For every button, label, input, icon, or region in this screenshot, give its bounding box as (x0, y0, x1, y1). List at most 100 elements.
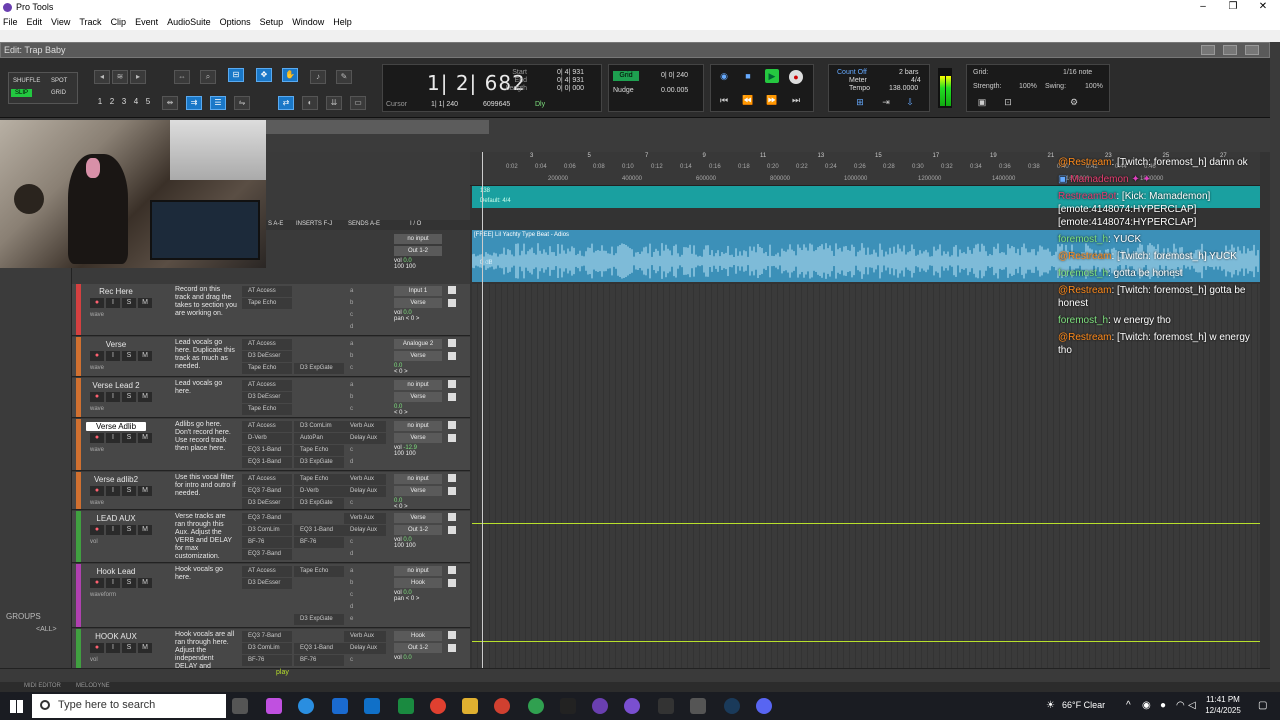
send-slot[interactable] (344, 561, 386, 562)
send-slot[interactable]: c (344, 363, 386, 374)
mute-button[interactable]: M (138, 351, 152, 361)
insert-slot[interactable] (294, 590, 344, 601)
insert-slot[interactable]: D3 ExpGate (294, 498, 344, 509)
snap-icon[interactable]: ⊡ (1001, 95, 1015, 109)
input-monitor-button[interactable]: I (106, 433, 120, 443)
solo-button[interactable]: S (122, 392, 136, 402)
loop-icon[interactable]: ◉ (717, 69, 731, 83)
track-comment[interactable]: Lead vocals go here. (175, 380, 237, 396)
shuffle-mode-button[interactable]: SHUFFLE (13, 78, 40, 84)
track-view-selector[interactable]: vol (90, 539, 98, 545)
commands-focus-icon[interactable]: ⇊ (326, 96, 342, 110)
insert-slot[interactable] (294, 549, 344, 560)
chrome-icon[interactable] (430, 698, 446, 714)
track-view-selector[interactable]: wave (90, 312, 104, 318)
input-monitor-button[interactable]: I (106, 525, 120, 535)
track-comment[interactable]: Adlibs go here. Don't record here. Use r… (175, 421, 237, 453)
zoom-preset-5[interactable]: 5 (143, 97, 153, 107)
insert-slot[interactable]: AT Access (242, 286, 292, 297)
insert-slot[interactable] (242, 590, 292, 601)
strength-value[interactable]: 100% (1019, 83, 1037, 90)
nudge-value[interactable]: 0.00.005 (661, 87, 688, 94)
track-comment[interactable]: Hook vocals are all ran through here. Ad… (175, 631, 237, 668)
input-selector[interactable]: no input (394, 380, 442, 390)
input-monitor-button[interactable]: I (106, 298, 120, 308)
notification-icon[interactable]: ▢ (1258, 700, 1267, 711)
pan-value[interactable]: 100 100 (394, 451, 416, 457)
outlook-icon[interactable] (364, 698, 380, 714)
conductor-icon[interactable]: ⇥ (879, 95, 893, 109)
insert-slot[interactable]: Tape Echo (294, 566, 344, 577)
track-view-selector[interactable]: vol (90, 657, 98, 663)
output-window-icon[interactable] (448, 434, 456, 442)
chrome-profile-2-icon[interactable] (528, 698, 544, 714)
menu-options[interactable]: Options (220, 17, 251, 27)
input-monitor-button[interactable]: I (106, 351, 120, 361)
epic-games-icon[interactable] (658, 698, 674, 714)
insert-slot[interactable] (294, 631, 344, 642)
send-slot[interactable]: c (344, 445, 386, 456)
send-slot[interactable] (344, 469, 386, 470)
output-window-icon[interactable] (448, 513, 456, 521)
insert-slot[interactable]: BF-76 (242, 537, 292, 548)
count-off-label[interactable]: Count Off (837, 69, 867, 76)
send-slot[interactable]: d (344, 549, 386, 560)
insert-slot[interactable] (294, 339, 344, 350)
input-selector[interactable]: no input (394, 474, 442, 484)
avid-link-icon[interactable] (592, 698, 608, 714)
volume-value[interactable]: 0.0 (403, 655, 411, 661)
grid-value[interactable]: 0| 0| 240 (661, 72, 688, 79)
tray-app-icon[interactable]: ◉ (1142, 700, 1151, 711)
insert-slot[interactable]: BF-76 (294, 655, 344, 666)
output-window-icon[interactable] (448, 474, 456, 482)
universe-view[interactable] (265, 120, 489, 134)
insert-slot[interactable] (294, 578, 344, 589)
send-slot[interactable]: d (344, 322, 386, 333)
track-hook-aux[interactable]: HOOK AUX ● I S M vol Hook vocals are all… (72, 629, 470, 669)
track-rec-here[interactable]: Rec Here ● I S M wave Record on this tra… (72, 284, 470, 336)
output-selector[interactable]: Verse (394, 433, 442, 443)
insert-slot[interactable]: EQ3 7-Band (242, 549, 292, 560)
swing-value[interactable]: 100% (1085, 83, 1103, 90)
track-verse-lead-2[interactable]: Verse Lead 2 ● I S M wave Lead vocals go… (72, 378, 470, 418)
send-slot[interactable]: b (344, 351, 386, 362)
insert-slot[interactable] (242, 469, 292, 470)
insert-slot[interactable]: Tape Echo (242, 298, 292, 309)
spot-mode-button[interactable]: SPOT (51, 78, 67, 84)
beat-output[interactable]: Out 1-2 (394, 246, 442, 256)
end-value[interactable]: 0| 4| 931 (557, 77, 584, 84)
send-slot[interactable]: Delay Aux (344, 486, 386, 497)
zoomer-tool-icon[interactable]: ⇔ (174, 70, 190, 84)
track-color[interactable] (76, 284, 81, 335)
hook-aux-volume-line[interactable] (472, 641, 1260, 642)
solo-button[interactable]: S (122, 525, 136, 535)
insert-slot[interactable] (242, 375, 292, 376)
track-color[interactable] (76, 564, 81, 627)
insert-slot[interactable]: Tape Echo (242, 404, 292, 415)
insert-slot[interactable]: EQ3 1-Band (242, 445, 292, 456)
network-icon[interactable]: ◠ (1176, 700, 1185, 711)
magnifier-icon[interactable]: ⌕ (200, 70, 216, 84)
mute-button[interactable]: M (138, 643, 152, 653)
pan-value[interactable]: < 0 > (394, 504, 408, 509)
input-monitor-button[interactable]: I (106, 392, 120, 402)
record-enable-button[interactable]: ● (90, 392, 104, 402)
output-window-icon[interactable] (448, 299, 456, 307)
track-name[interactable]: Verse Adlib (86, 422, 146, 431)
send-slot[interactable]: Verb Aux (344, 513, 386, 524)
insert-slot[interactable] (294, 310, 344, 321)
midi-merge-icon[interactable]: ⊞ (853, 95, 867, 109)
insert-slot[interactable] (294, 416, 344, 417)
record-enable-button[interactable]: ● (90, 525, 104, 535)
send-slot[interactable]: c (344, 310, 386, 321)
rewind-button[interactable]: ⏪ (741, 93, 755, 107)
output-window-icon[interactable] (448, 644, 456, 652)
insert-slot[interactable] (242, 310, 292, 321)
copilot-icon[interactable] (266, 698, 282, 714)
output-window-icon[interactable] (448, 393, 456, 401)
discord-icon[interactable] (756, 698, 772, 714)
mute-button[interactable]: M (138, 486, 152, 496)
menu-file[interactable]: File (3, 17, 18, 27)
meter-value[interactable]: 4/4 (911, 77, 921, 84)
output-window-icon[interactable] (448, 339, 456, 347)
